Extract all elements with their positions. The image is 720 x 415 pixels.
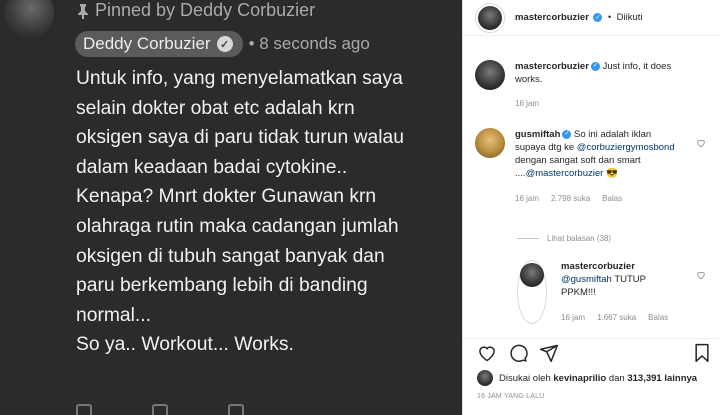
comment-time: • 8 seconds ago <box>248 34 370 53</box>
comment-header: Deddy Corbuzier ✓ • 8 seconds ago <box>75 31 370 57</box>
heart-icon[interactable] <box>696 270 706 280</box>
reply-button[interactable]: Balas <box>648 311 668 324</box>
commenter-avatar[interactable] <box>4 0 54 38</box>
heart-icon[interactable] <box>696 138 706 148</box>
mention-link[interactable]: @mastercorbuzier <box>526 168 604 179</box>
liker-username[interactable]: kevinaprilio <box>553 373 606 384</box>
replies-line <box>517 238 539 239</box>
likes-connector: dan <box>608 372 625 384</box>
comment-avatar[interactable] <box>475 128 505 158</box>
comment-line: olahraga rutin maka cadangan jumlah <box>76 215 399 237</box>
comment-actions <box>76 404 244 415</box>
reply-time[interactable]: 16 jam <box>561 311 585 324</box>
verified-icon: ✓ <box>593 13 603 23</box>
view-replies[interactable]: Lihat balasan (38) <box>517 234 611 243</box>
comment-line: paru berkembang lebih di banding <box>76 275 368 297</box>
comment-line: selain dokter obat etc adalah krn <box>76 97 355 119</box>
caption-avatar[interactable] <box>475 60 505 90</box>
caption-meta: 16 jam <box>515 97 685 110</box>
like-icon[interactable] <box>76 404 92 415</box>
reply-avatar-ring[interactable] <box>517 260 547 324</box>
view-replies-label[interactable]: Lihat balasan (38) <box>547 234 611 243</box>
instagram-panel: mastercorbuzier ✓ • Diikuti mastercorbuz… <box>463 0 720 415</box>
caption-content: mastercorbuzier ✓ Just info, it does work… <box>515 60 685 110</box>
caption-time[interactable]: 16 jam <box>515 97 539 110</box>
reply-meta: 16 jam 1.667 suka Balas <box>561 311 673 324</box>
header-separator: • <box>607 12 612 22</box>
reply-likes[interactable]: 1.667 suka <box>597 311 636 324</box>
caption-username[interactable]: mastercorbuzier <box>515 61 589 72</box>
verified-icon: ✓ <box>562 129 572 139</box>
likes-count[interactable]: 313,391 lainnya <box>627 373 697 384</box>
youtube-comment-panel: Pinned by Deddy Corbuzier Deddy Corbuzie… <box>0 0 462 415</box>
comment-content: gusmiftah ✓ So ini adalah iklan supaya dt… <box>515 128 675 205</box>
pinned-indicator: Pinned by Deddy Corbuzier <box>77 0 315 21</box>
dislike-icon[interactable] <box>152 404 168 415</box>
verified-check-icon: ✓ <box>216 36 233 52</box>
comment-username[interactable]: gusmiftah <box>515 129 560 140</box>
reply-icon[interactable] <box>228 404 244 415</box>
reply-content: mastercorbuzier @gusmiftah TUTUP PPKM!!!… <box>561 260 673 324</box>
comment-line: oksigen di tubuh sangat banyak dan <box>76 245 385 267</box>
reply-button[interactable]: Balas <box>602 192 622 205</box>
comment-line: oksigen saya di paru tidak turun walau <box>76 127 404 149</box>
comment-line: normal... <box>76 304 152 326</box>
share-icon[interactable] <box>539 343 559 363</box>
header-avatar[interactable] <box>478 5 502 30</box>
comment-line: Untuk info, yang menyelamatkan saya <box>76 68 403 89</box>
liker-avatar[interactable] <box>477 370 493 386</box>
sunglasses-emoji: 😎 <box>605 168 618 179</box>
comment-meta: 16 jam 2.798 suka Balas <box>515 192 675 205</box>
verified-icon: ✓ <box>590 61 600 71</box>
comment-line: Kenapa? Mnrt dokter Gunawan krn <box>76 186 377 208</box>
reply-username[interactable]: mastercorbuzier <box>561 261 635 272</box>
reply-avatar[interactable] <box>520 263 544 287</box>
author-badge[interactable]: Deddy Corbuzier ✓ <box>75 31 243 57</box>
header-avatar-ring[interactable] <box>475 2 505 33</box>
bookmark-icon[interactable] <box>693 343 711 363</box>
author-name[interactable]: Deddy Corbuzier <box>83 34 211 54</box>
comment-body: Untuk info, yang menyelamatkan saya sela… <box>76 64 460 360</box>
follow-status-button[interactable]: Diikuti <box>617 12 643 23</box>
likes-prefix: Disukai oleh <box>499 372 551 384</box>
caption: mastercorbuzier ✓ Just info, it does work… <box>475 60 685 110</box>
comment-icon[interactable] <box>508 343 528 363</box>
like-heart-icon[interactable] <box>477 343 497 363</box>
reply-mastercorbuzier: mastercorbuzier @gusmiftah TUTUP PPKM!!!… <box>517 260 673 324</box>
comment-gusmiftah: gusmiftah ✓ So ini adalah iklan supaya dt… <box>475 128 675 205</box>
post-header: mastercorbuzier ✓ • Diikuti <box>463 0 720 36</box>
action-bar-divider <box>463 338 720 339</box>
post-action-bar <box>475 343 711 363</box>
posted-time[interactable]: 16 JAM YANG LALU <box>477 393 545 400</box>
header-username[interactable]: mastercorbuzier <box>515 12 589 23</box>
comment-line: So ya.. Workout... Works. <box>76 334 294 356</box>
comment-likes[interactable]: 2.798 suka <box>551 192 590 205</box>
pin-icon <box>78 3 88 19</box>
pinned-label: Pinned by Deddy Corbuzier <box>95 0 316 20</box>
header-user: mastercorbuzier ✓ • Diikuti <box>515 12 643 23</box>
likes-summary: Disukai oleh kevinaprilio dan 313,391 la… <box>477 370 697 386</box>
comment-time[interactable]: 16 jam <box>515 192 539 205</box>
mention-link[interactable]: @corbuziergymosbond <box>577 142 675 153</box>
comment-line: dalam keadaan badai cytokine.. <box>76 156 348 178</box>
mention-link[interactable]: @gusmiftah <box>561 274 612 285</box>
